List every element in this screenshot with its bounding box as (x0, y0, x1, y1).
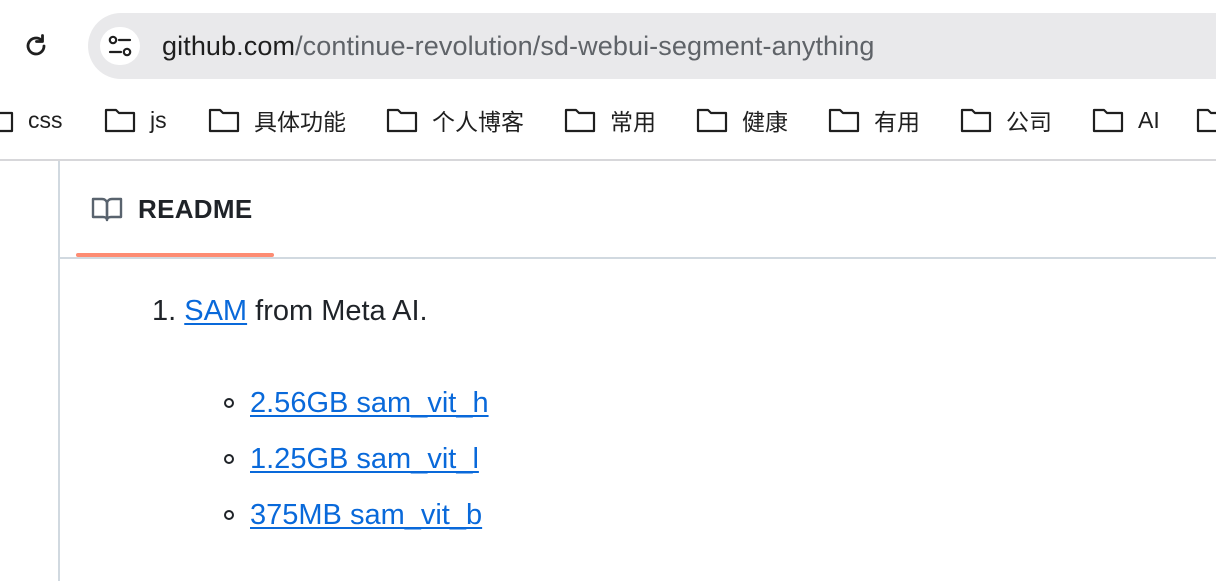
bookmark-label: 常用 (610, 109, 656, 135)
bookmark-label: 个人博客 (432, 109, 524, 135)
folder-icon (1196, 108, 1216, 133)
model-link-vit-h[interactable]: 2.56GB sam_vit_h (250, 387, 489, 420)
readme-panel: README 1. SAM from Meta AI. 2.56GB sam_v… (58, 161, 1216, 581)
bookmark-folder-company[interactable]: 公司 (960, 98, 1052, 142)
site-info-button[interactable] (100, 27, 140, 65)
browser-toolbar: github.com/continue-revolution/sd-webui-… (0, 0, 1216, 161)
list-number: 1. (152, 295, 177, 327)
reload-button[interactable] (16, 24, 56, 68)
sam-link[interactable]: SAM (184, 295, 247, 327)
list-item: 2.56GB sam_vit_h (224, 375, 489, 431)
folder-icon (564, 108, 596, 133)
bookmark-folder-ai[interactable]: AI (1092, 98, 1160, 142)
bookmark-folder-health[interactable]: 健康 (696, 98, 788, 142)
tab-readme[interactable]: README (76, 161, 274, 257)
folder-icon (1092, 108, 1124, 133)
url-host: github.com (162, 31, 296, 61)
list-item: 375MB sam_vit_b (224, 487, 489, 543)
bookmark-folder-features[interactable]: 具体功能 (208, 98, 346, 142)
readme-tab-label: README (138, 193, 253, 224)
circle-bullet-icon (224, 454, 234, 464)
folder-icon (828, 108, 860, 133)
list-item-text: from Meta AI. (255, 295, 428, 327)
model-link-vit-b[interactable]: 375MB sam_vit_b (250, 499, 482, 532)
bookmark-folder-blog[interactable]: 个人博客 (386, 98, 524, 142)
book-icon (91, 197, 123, 222)
bookmark-label: AI (1138, 106, 1160, 133)
bookmark-label: 健康 (742, 109, 788, 135)
folder-icon (386, 108, 418, 133)
folder-icon (0, 111, 14, 133)
folder-icon (696, 108, 728, 133)
bookmark-folder-useful[interactable]: 有用 (828, 98, 920, 142)
bookmark-label: 具体功能 (254, 109, 346, 135)
circle-bullet-icon (224, 398, 234, 408)
bookmark-label: 有用 (874, 109, 920, 135)
list-item: 1.25GB sam_vit_l (224, 431, 489, 487)
folder-icon (104, 108, 136, 133)
reload-icon (26, 34, 46, 56)
bookmark-folder-overflow[interactable] (1196, 98, 1216, 142)
bookmarks-bar: css js 具体功能 个人博客 常用 健康 有用 公司 AI (0, 98, 1216, 142)
model-link-vit-l[interactable]: 1.25GB sam_vit_l (250, 443, 479, 476)
tab-border (60, 257, 1216, 259)
folder-icon (208, 108, 240, 133)
circle-bullet-icon (224, 510, 234, 520)
bookmark-folder-css[interactable]: css (0, 98, 63, 142)
url-path: /continue-revolution/sd-webui-segment-an… (295, 31, 875, 61)
bookmark-label: js (150, 106, 167, 133)
model-sublist: 2.56GB sam_vit_h 1.25GB sam_vit_l 375MB … (224, 375, 489, 543)
list-item: 1. SAM from Meta AI. (152, 293, 428, 329)
folder-icon (960, 108, 992, 133)
bookmark-label: css (28, 106, 63, 133)
url-text[interactable]: github.com/continue-revolution/sd-webui-… (162, 29, 875, 63)
bookmark-label: 公司 (1006, 109, 1052, 135)
tune-icon (108, 35, 132, 57)
page-content: README 1. SAM from Meta AI. 2.56GB sam_v… (0, 161, 1216, 581)
bookmark-folder-js[interactable]: js (104, 98, 167, 142)
address-bar[interactable]: github.com/continue-revolution/sd-webui-… (88, 13, 1216, 79)
bookmark-folder-common[interactable]: 常用 (564, 98, 656, 142)
